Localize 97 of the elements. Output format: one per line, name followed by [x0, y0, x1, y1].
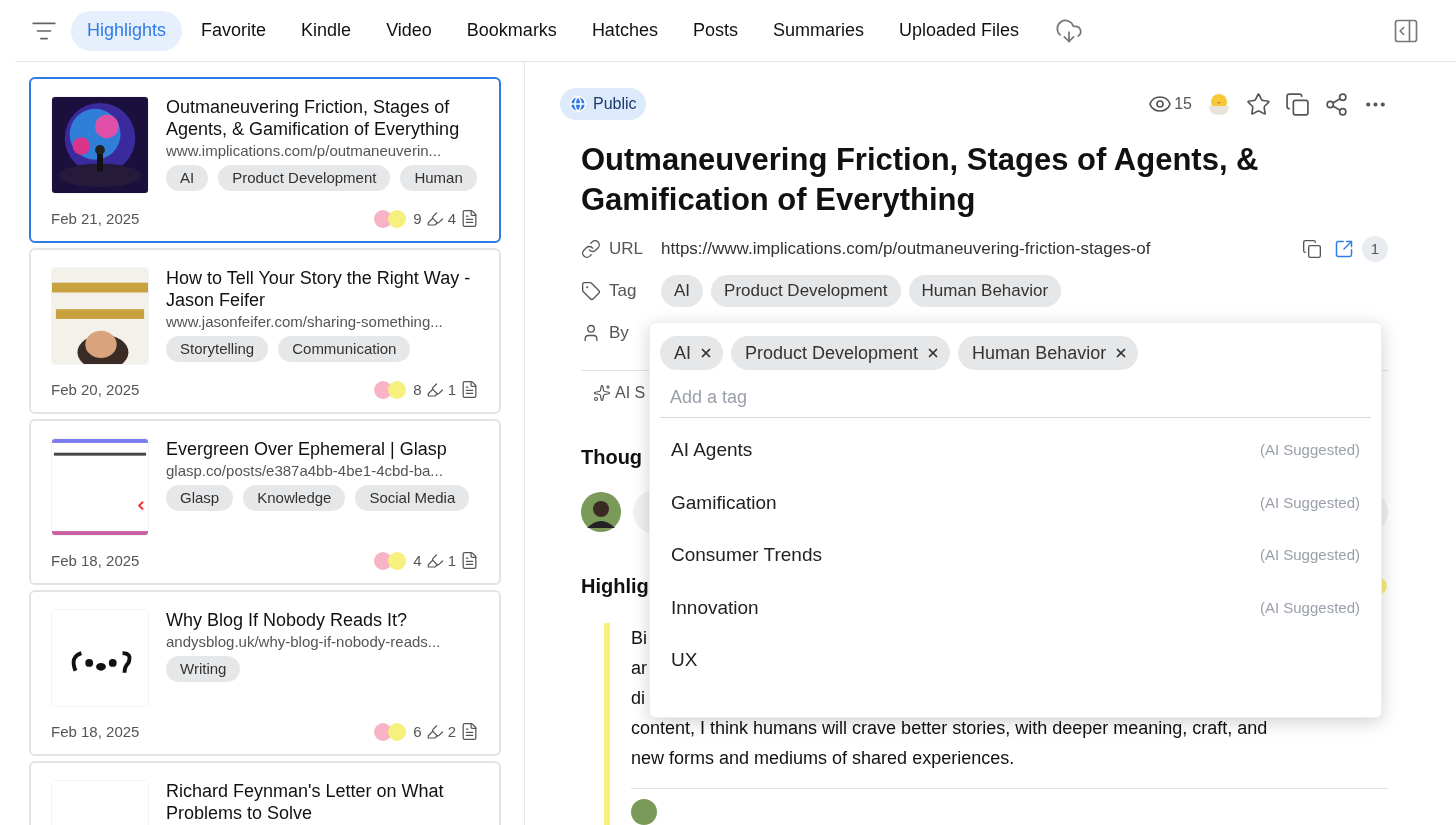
highlighter-icon: [425, 209, 444, 228]
tag-chip[interactable]: Knowledge: [243, 485, 346, 511]
sparkle-icon: [593, 384, 611, 402]
globe-icon: [569, 95, 587, 113]
highlighter-icon: [425, 380, 444, 399]
tag-chip[interactable]: Storytelling: [166, 336, 269, 362]
nav-tab[interactable]: Favorite: [185, 10, 283, 51]
suggestion-note: (AI Suggested): [1259, 440, 1360, 461]
ai-summary-button[interactable]: AI S: [615, 381, 646, 405]
count-badge: 1: [1362, 236, 1388, 262]
nav-tab[interactable]: Bookmarks: [450, 10, 573, 51]
external-link-icon[interactable]: [1334, 239, 1354, 259]
date-text: Feb 18, 2025: [51, 550, 140, 571]
url-link[interactable]: https://www.implications.com/p/outmaneuvering-friction-stages-of: [661, 236, 1151, 262]
document-icon: [460, 209, 479, 229]
article-card[interactable]: Why Blog If Nobody Reads It? andysblog.uk/why-blog-if-nobody-reads... Writing Feb 18, 2025 6 2: [29, 590, 501, 756]
date-text: Feb 21, 2025: [51, 208, 140, 229]
section-heading: Thoug: [581, 445, 643, 470]
nav-tab[interactable]: Uploaded Files: [883, 10, 1036, 51]
article-title: Why Blog If Nobody Reads It?: [166, 609, 409, 631]
suggestion-item[interactable]: AI Agents (AI Suggested): [660, 424, 1371, 477]
article-card[interactable]: Richard Feynman's Letter on What Problems to Solve: [29, 761, 501, 825]
tag-icon: [581, 281, 601, 301]
field-label: By: [609, 322, 629, 345]
suggestion-note: (AI Suggested): [1259, 597, 1360, 618]
suggestion-item[interactable]: UX: [660, 634, 1371, 687]
highlight-count: 4: [413, 550, 422, 571]
date-text: Feb 18, 2025: [51, 721, 140, 742]
document-icon: [460, 380, 479, 400]
page-title: Outmaneuvering Friction, Stages of Agents, & Gamification of Everything: [581, 141, 1260, 219]
tag-chip[interactable]: Human Behavior: [958, 336, 1139, 370]
suggestion-item[interactable]: Innovation (AI Suggested): [660, 581, 1371, 635]
article-card[interactable]: How to Tell Your Story the Right Way - Jason Feifer www.jasonfeifer.com/sharing-something... Storytelling Communication Feb 20, 2025 8 1: [29, 248, 501, 414]
article-url: www.jasonfeifer.com/sharing-something...: [166, 312, 444, 332]
nav-tab[interactable]: Summaries: [756, 10, 880, 51]
view-count: 15: [1174, 94, 1192, 114]
nav-tab[interactable]: Highlights: [71, 10, 183, 51]
tag-chip[interactable]: Product Development: [218, 165, 391, 191]
remove-icon[interactable]: [699, 346, 713, 360]
note-count: 1: [447, 550, 456, 571]
note-count: 2: [447, 721, 456, 742]
article-title: Evergreen Over Ephemeral | Glasp: [166, 438, 448, 460]
nav-tab[interactable]: Video: [370, 10, 448, 51]
field-label: Tag: [609, 280, 638, 303]
highlighter-icon: [425, 551, 444, 570]
suggestion-item[interactable]: Gamification (AI Suggested): [660, 476, 1371, 530]
copy-icon[interactable]: [1302, 239, 1322, 259]
tag-chip[interactable]: Human Behavior: [908, 275, 1062, 307]
nav-tab[interactable]: Posts: [676, 10, 754, 51]
article-url: glasp.co/posts/e387a4bb-4be1-4cbd-ba...: [166, 461, 444, 481]
article-url: andysblog.uk/why-blog-if-nobody-reads...: [166, 632, 442, 652]
tag-chip[interactable]: Glasp: [166, 485, 234, 511]
highlight-text: new forms and mediums of shared experiences.: [631, 747, 1015, 770]
date-text: Feb 20, 2025: [51, 379, 140, 400]
tag-chip[interactable]: Human: [400, 165, 477, 191]
section-heading: Highlig: [581, 574, 649, 599]
article-card[interactable]: Outmaneuvering Friction, Stages of Agents, & Gamification of Everything www.implications.com/p/outmaneuverin... AI Product Development Human Feb 21, 2025 9 4: [29, 77, 501, 243]
note-count: 1: [447, 379, 456, 400]
article-title: How to Tell Your Story the Right Way - Jason Feifer: [166, 267, 472, 311]
tag-chip[interactable]: Product Development: [711, 275, 901, 307]
article-card[interactable]: Evergreen Over Ephemeral | Glasp glasp.co/posts/e387a4bb-4be1-4cbd-ba... Glasp Knowledge Social Media Feb 18, 2025 4 1: [29, 419, 501, 585]
article-title: Richard Feynman's Letter on What Problems to Solve: [166, 780, 445, 824]
tag-chip[interactable]: AI: [661, 275, 704, 307]
tag-chip[interactable]: Communication: [278, 336, 411, 362]
suggestion-item[interactable]: Consumer Trends (AI Suggested): [660, 529, 1371, 582]
nav-tab[interactable]: Hatches: [575, 10, 674, 51]
chick-icon: [1206, 91, 1232, 117]
tag-chip[interactable]: Writing: [166, 656, 241, 682]
document-icon: [460, 722, 479, 742]
visibility-badge[interactable]: Public: [560, 88, 646, 120]
link-icon: [581, 239, 601, 259]
tag-input[interactable]: Add a tag: [660, 378, 1371, 418]
highlight-count: 6: [413, 721, 422, 742]
highlight-text: ar: [631, 657, 647, 680]
avatar: [581, 492, 621, 532]
tag-chip[interactable]: AI: [166, 165, 209, 191]
field-label: URL: [609, 238, 644, 261]
document-icon: [460, 551, 479, 571]
article-url: www.implications.com/p/outmaneuverin...: [166, 141, 443, 161]
note-count: 4: [447, 208, 456, 229]
avatar: [631, 799, 657, 825]
highlight-text: di: [631, 687, 645, 710]
star-icon[interactable]: [1246, 91, 1271, 117]
suggestion-note: (AI Suggested): [1259, 545, 1360, 566]
suggestion-note: (AI Suggested): [1259, 492, 1360, 513]
highlight-count: 9: [413, 208, 422, 229]
share-icon[interactable]: [1324, 91, 1349, 117]
highlighter-icon: [425, 722, 444, 741]
tag-chip[interactable]: Social Media: [355, 485, 470, 511]
nav-tab[interactable]: Kindle: [285, 10, 368, 51]
tag-chip[interactable]: Product Development: [731, 336, 951, 370]
copy-icon[interactable]: [1285, 91, 1310, 117]
highlight-text: content, I think humans will crave better stories, with deeper meaning, craft, and: [631, 717, 1268, 740]
tag-chip[interactable]: AI: [660, 336, 723, 370]
highlight-text: Bi: [631, 627, 647, 650]
article-title: Outmaneuvering Friction, Stages of Agents, & Gamification of Everything: [166, 96, 461, 140]
highlight-count: 8: [413, 379, 422, 400]
